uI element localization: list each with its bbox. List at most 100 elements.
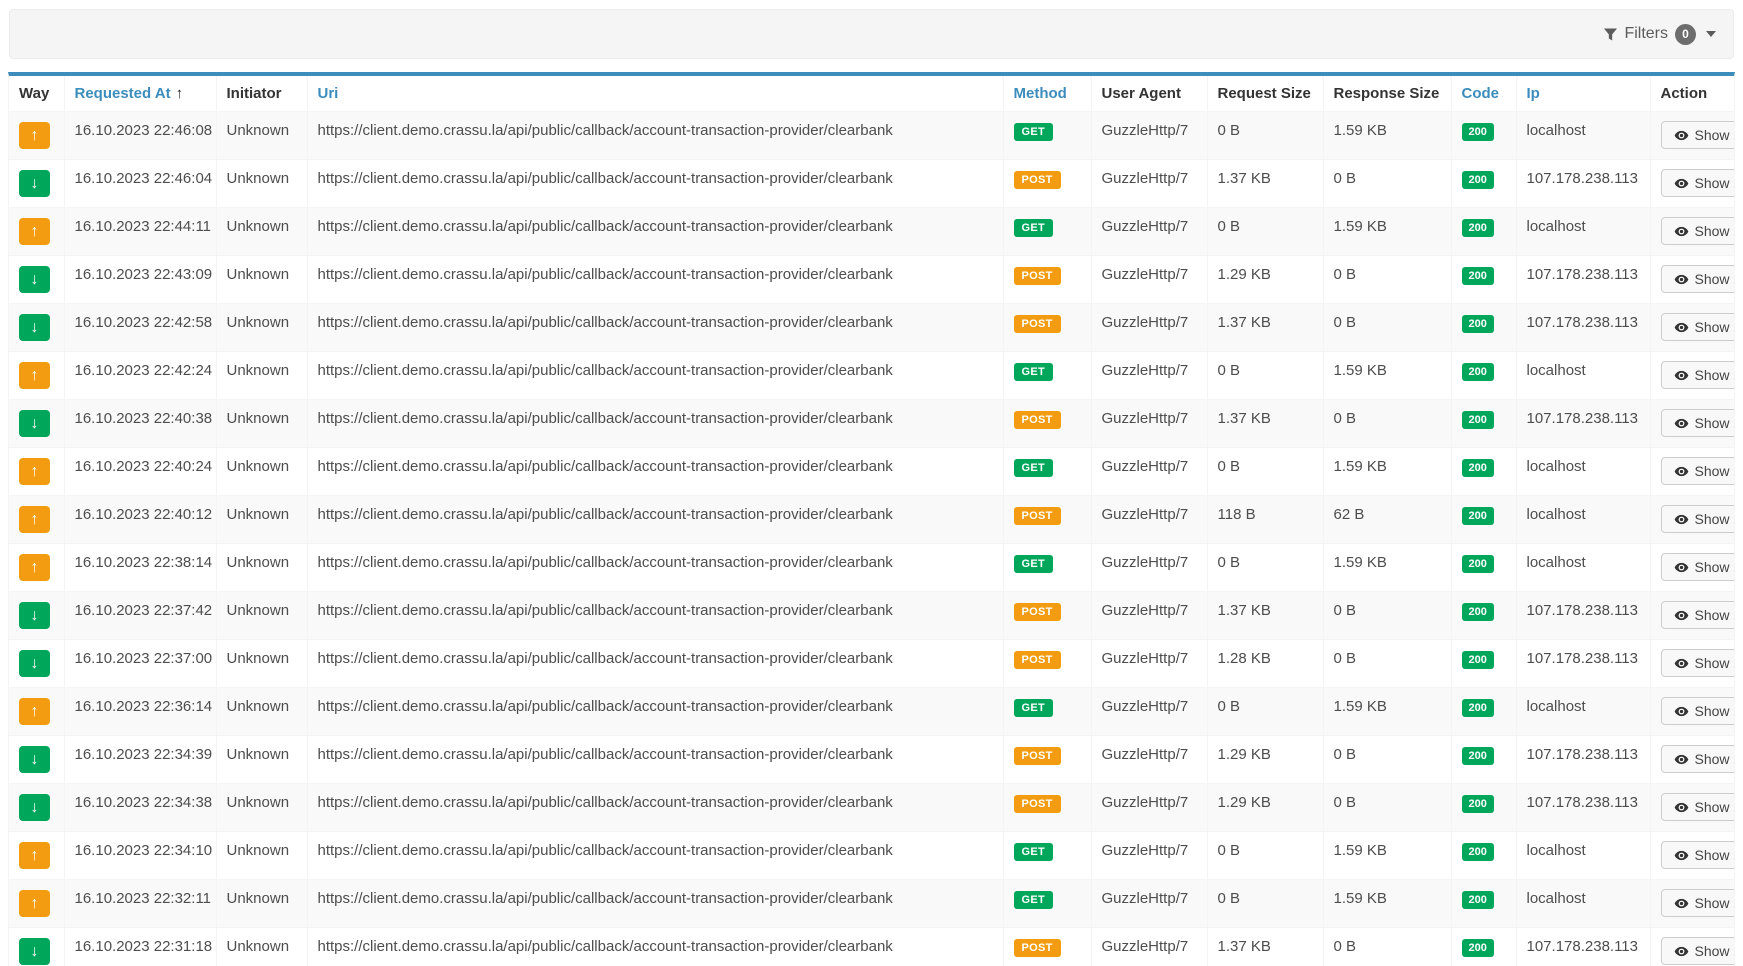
ip-cell: 107.178.238.113 — [1516, 784, 1650, 832]
initiator-cell: Unknown — [216, 112, 307, 160]
table-row: ↓ 16.10.2023 22:37:00 Unknown https://cl… — [9, 640, 1734, 688]
code-badge: 200 — [1462, 123, 1494, 141]
request-size-cell: 1.29 KB — [1207, 784, 1323, 832]
code-badge: 200 — [1462, 651, 1494, 669]
ip-cell: 107.178.238.113 — [1516, 256, 1650, 304]
show-button[interactable]: Show — [1661, 889, 1735, 917]
code-cell: 200 — [1451, 256, 1516, 304]
table-row: ↓ 16.10.2023 22:34:39 Unknown https://cl… — [9, 736, 1734, 784]
code-cell: 200 — [1451, 160, 1516, 208]
initiator-cell: Unknown — [216, 160, 307, 208]
request-size-cell: 1.37 KB — [1207, 400, 1323, 448]
show-button[interactable]: Show — [1661, 457, 1735, 485]
requested-at-cell: 16.10.2023 22:34:38 — [64, 784, 216, 832]
table-row: ↓ 16.10.2023 22:31:18 Unknown https://cl… — [9, 928, 1734, 966]
request-size-cell: 0 B — [1207, 880, 1323, 928]
code-cell: 200 — [1451, 928, 1516, 966]
user-agent-cell: GuzzleHttp/7 — [1091, 304, 1207, 352]
show-button[interactable]: Show — [1661, 649, 1735, 677]
action-cell: Show — [1650, 496, 1734, 544]
action-cell: Show — [1650, 352, 1734, 400]
user-agent-cell: GuzzleHttp/7 — [1091, 880, 1207, 928]
arrow-up-badge: ↑ — [19, 554, 50, 581]
show-button[interactable]: Show — [1661, 745, 1735, 773]
user-agent-cell: GuzzleHttp/7 — [1091, 112, 1207, 160]
method-badge: POST — [1014, 267, 1061, 285]
requested-at-cell: 16.10.2023 22:40:12 — [64, 496, 216, 544]
eye-icon — [1674, 226, 1689, 237]
arrow-up-badge: ↑ — [19, 698, 50, 725]
eye-icon — [1674, 802, 1689, 813]
response-size-cell: 1.59 KB — [1323, 688, 1451, 736]
method-badge: POST — [1014, 795, 1061, 813]
method-badge: GET — [1014, 123, 1054, 141]
code-badge: 200 — [1462, 267, 1494, 285]
method-badge: POST — [1014, 603, 1061, 621]
method-cell: POST — [1003, 928, 1091, 966]
response-size-cell: 0 B — [1323, 400, 1451, 448]
way-cell: ↑ — [9, 208, 64, 256]
way-cell: ↑ — [9, 832, 64, 880]
show-button[interactable]: Show — [1661, 793, 1735, 821]
method-badge: POST — [1014, 651, 1061, 669]
initiator-cell: Unknown — [216, 352, 307, 400]
column-header-code[interactable]: Code — [1451, 76, 1516, 112]
uri-cell: https://client.demo.crassu.la/api/public… — [307, 784, 1003, 832]
method-cell: POST — [1003, 304, 1091, 352]
way-cell: ↓ — [9, 928, 64, 966]
show-button[interactable]: Show — [1661, 937, 1735, 965]
code-badge: 200 — [1462, 315, 1494, 333]
initiator-cell: Unknown — [216, 256, 307, 304]
action-cell: Show — [1650, 400, 1734, 448]
request-size-cell: 0 B — [1207, 352, 1323, 400]
show-button[interactable]: Show — [1661, 601, 1735, 629]
ip-cell: localhost — [1516, 496, 1650, 544]
request-size-cell: 0 B — [1207, 448, 1323, 496]
action-cell: Show — [1650, 304, 1734, 352]
show-button[interactable]: Show — [1661, 505, 1735, 533]
way-cell: ↑ — [9, 496, 64, 544]
column-header-initiator: Initiator — [216, 76, 307, 112]
eye-icon — [1674, 754, 1689, 765]
show-button-label: Show — [1695, 367, 1730, 383]
uri-cell: https://client.demo.crassu.la/api/public… — [307, 256, 1003, 304]
requested-at-cell: 16.10.2023 22:38:14 — [64, 544, 216, 592]
way-cell: ↑ — [9, 880, 64, 928]
column-header-requested-at[interactable]: Requested At↑ — [64, 76, 216, 112]
code-cell: 200 — [1451, 736, 1516, 784]
show-button[interactable]: Show — [1661, 121, 1735, 149]
ip-cell: localhost — [1516, 448, 1650, 496]
show-button[interactable]: Show — [1661, 265, 1735, 293]
show-button[interactable]: Show — [1661, 361, 1735, 389]
code-cell: 200 — [1451, 688, 1516, 736]
column-header-method[interactable]: Method — [1003, 76, 1091, 112]
show-button[interactable]: Show — [1661, 169, 1735, 197]
uri-cell: https://client.demo.crassu.la/api/public… — [307, 400, 1003, 448]
column-header-uri[interactable]: Uri — [307, 76, 1003, 112]
show-button[interactable]: Show — [1661, 841, 1735, 869]
ip-cell: localhost — [1516, 832, 1650, 880]
filters-dropdown-toggle[interactable]: Filters 0 — [1604, 24, 1716, 45]
code-badge: 200 — [1462, 603, 1494, 621]
show-button-label: Show — [1695, 223, 1730, 239]
code-cell: 200 — [1451, 592, 1516, 640]
code-cell: 200 — [1451, 208, 1516, 256]
show-button[interactable]: Show — [1661, 313, 1735, 341]
user-agent-cell: GuzzleHttp/7 — [1091, 352, 1207, 400]
method-cell: GET — [1003, 832, 1091, 880]
method-cell: POST — [1003, 256, 1091, 304]
show-button[interactable]: Show — [1661, 553, 1735, 581]
initiator-cell: Unknown — [216, 208, 307, 256]
response-size-cell: 0 B — [1323, 256, 1451, 304]
arrow-down-badge: ↓ — [19, 266, 50, 293]
eye-icon — [1674, 466, 1689, 477]
show-button[interactable]: Show — [1661, 697, 1735, 725]
request-size-cell: 0 B — [1207, 208, 1323, 256]
show-button[interactable]: Show — [1661, 409, 1735, 437]
column-header-ip[interactable]: Ip — [1516, 76, 1650, 112]
code-cell: 200 — [1451, 304, 1516, 352]
way-cell: ↑ — [9, 544, 64, 592]
method-badge: GET — [1014, 891, 1054, 909]
arrow-down-badge: ↓ — [19, 746, 50, 773]
show-button[interactable]: Show — [1661, 217, 1735, 245]
